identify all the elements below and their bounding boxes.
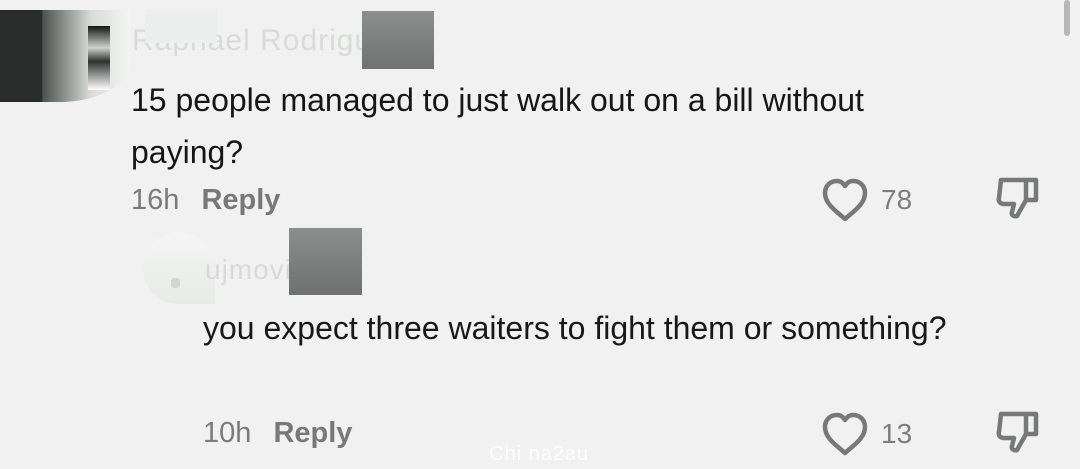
reply-to-reply-button[interactable]: Reply [273,417,352,449]
like-count: 78 [881,184,913,215]
reply-username-redaction [289,228,362,295]
comment-thread: Raphael Rodriguez 15 people managed to j… [0,0,1080,469]
thumbs-down-icon [993,176,1043,222]
username-redaction-dark [362,11,434,69]
heart-icon [820,176,870,224]
heart-icon [820,410,870,458]
reply-text: you expect three waiters to fight them o… [203,310,947,346]
comment-meta: 16h Reply [131,184,280,217]
avatar-highlight [88,26,110,90]
comment-time: 16h [131,184,180,216]
dislike-button[interactable] [993,176,1043,222]
commenter-avatar[interactable] [0,10,130,102]
reply-like-button[interactable]: 13 [820,410,912,458]
scrollbar[interactable] [1064,0,1070,36]
reply-meta: 10h Reply [203,417,352,450]
username-redaction-light [145,10,217,43]
reply-username[interactable]: ujmovi [205,254,292,286]
watermark: Chi na2au [489,443,590,465]
comment-text: 15 people managed to just walk out on a … [131,82,864,170]
thumbs-down-icon [993,410,1043,456]
reply-time: 10h [203,417,252,449]
reply-like-count: 13 [881,418,913,449]
reply-dislike-button[interactable] [993,410,1043,456]
reply-button[interactable]: Reply [201,184,280,216]
like-button[interactable]: 78 [820,176,912,224]
